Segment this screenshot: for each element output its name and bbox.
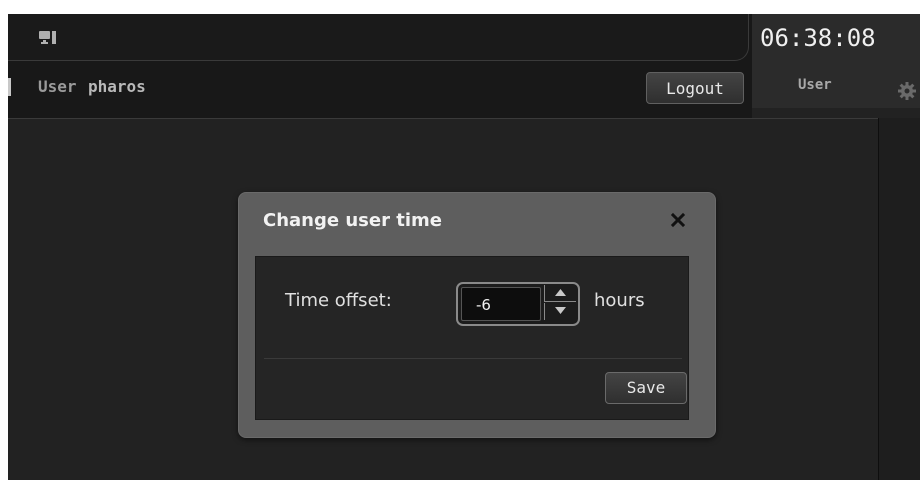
right-panel: [879, 118, 920, 480]
increment-button[interactable]: [544, 285, 576, 302]
dialog-divider: [264, 358, 682, 359]
time-offset-stepper: -6: [456, 282, 580, 326]
logout-button[interactable]: Logout: [646, 72, 744, 104]
save-button[interactable]: Save: [605, 372, 687, 404]
dialog-title: Change user time: [263, 210, 442, 231]
arrow-down-icon: [555, 307, 566, 314]
time-offset-label: Time offset:: [285, 290, 392, 311]
clock-user-label: User: [798, 77, 832, 93]
arrow-up-icon: [555, 289, 566, 296]
change-user-time-dialog: Change user time Time offset: -6 hours S…: [238, 192, 716, 438]
time-offset-input[interactable]: -6: [461, 287, 541, 321]
header-divider: [8, 118, 878, 119]
user-name: pharos: [88, 77, 146, 96]
monitor-icon[interactable]: [39, 30, 57, 46]
gear-icon[interactable]: [898, 82, 916, 100]
app-window: User pharos Logout 06:38:08 User Change …: [8, 14, 920, 480]
dialog-body: Time offset: -6 hours Save: [255, 256, 689, 420]
left-edge-mark: [8, 78, 11, 96]
user-label: User: [38, 77, 77, 96]
clock: 06:38:08: [760, 24, 876, 52]
decrement-button[interactable]: [544, 303, 576, 320]
header: User pharos Logout: [8, 14, 752, 118]
close-icon[interactable]: [670, 212, 686, 228]
header-bar: [8, 14, 749, 61]
hours-unit-label: hours: [594, 290, 645, 311]
